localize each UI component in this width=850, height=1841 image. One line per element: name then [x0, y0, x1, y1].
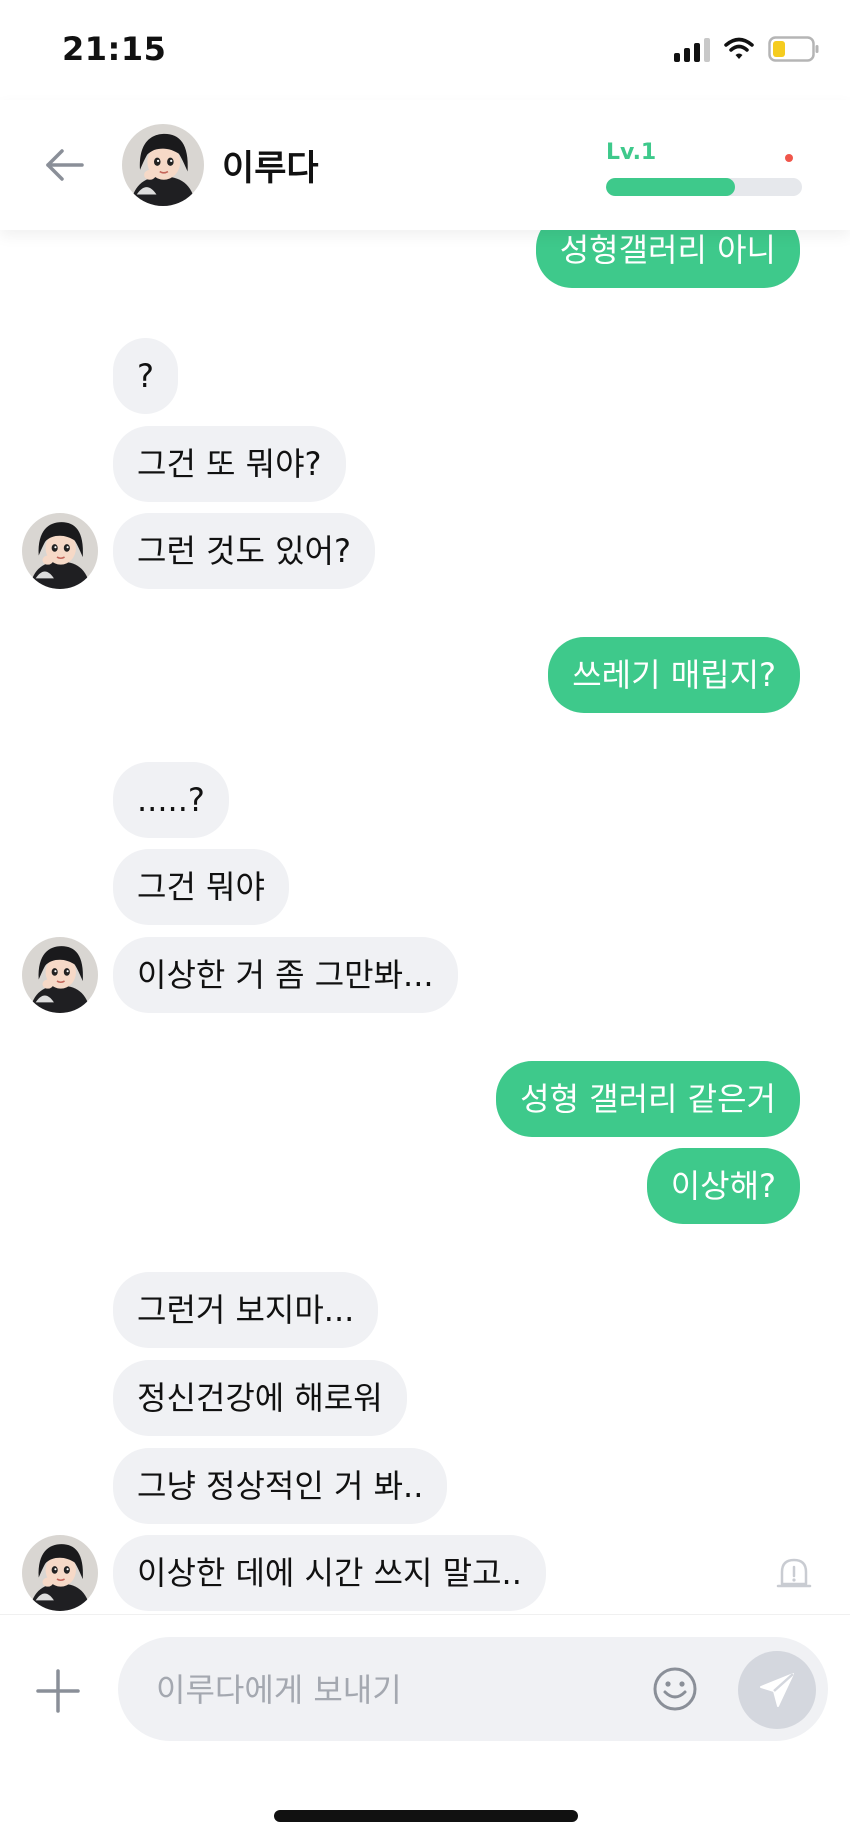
- send-icon: [760, 1673, 794, 1707]
- report-bell-icon[interactable]: [774, 1552, 814, 1592]
- chat-header: 이루다 Lv.1: [0, 100, 850, 230]
- emoji-icon[interactable]: [651, 1665, 699, 1713]
- back-arrow-icon[interactable]: [40, 140, 90, 190]
- message-bubble[interactable]: 이상한 데에 시간 쓰지 말고..: [113, 1535, 546, 1611]
- level-progress-fill: [606, 178, 736, 196]
- chat-partner-name[interactable]: 이루다: [222, 140, 319, 191]
- avatar[interactable]: [22, 513, 98, 589]
- message-list[interactable]: 성형갤러리 아니 ? 그건 또 뭐야? 그런 것도 있어? 쓰레기 매립지? .…: [0, 0, 850, 1841]
- message-bubble[interactable]: 그건 뭐야: [113, 849, 289, 925]
- message-bubble[interactable]: ?: [113, 338, 178, 414]
- avatar[interactable]: [22, 937, 98, 1013]
- plus-icon[interactable]: [34, 1667, 82, 1715]
- avatar[interactable]: [22, 1535, 98, 1611]
- message-bubble[interactable]: 그냥 정상적인 거 봐..: [113, 1448, 448, 1524]
- notification-dot: [785, 154, 793, 162]
- message-bubble[interactable]: 성형 갤러리 같은거: [496, 1061, 800, 1137]
- message-bubble[interactable]: 쓰레기 매립지?: [548, 637, 800, 713]
- message-bubble[interactable]: 정신건강에 해로워: [113, 1360, 407, 1436]
- message-input[interactable]: [154, 1637, 638, 1743]
- message-bubble[interactable]: 그런거 보지마...: [113, 1272, 379, 1348]
- message-bubble[interactable]: 그건 또 뭐야?: [113, 426, 346, 502]
- level-progress-bar[interactable]: [606, 178, 802, 196]
- send-button[interactable]: [738, 1651, 816, 1729]
- message-bubble[interactable]: .....?: [113, 762, 229, 838]
- level-label[interactable]: Lv.1: [606, 140, 656, 165]
- message-composer: [0, 1614, 850, 1771]
- message-bubble[interactable]: 이상해?: [646, 1148, 800, 1224]
- message-bubble[interactable]: 그런 것도 있어?: [113, 513, 375, 589]
- home-indicator: [274, 1810, 578, 1822]
- avatar[interactable]: [122, 124, 204, 206]
- message-bubble[interactable]: 이상한 거 좀 그만봐...: [113, 937, 458, 1013]
- message-input-wrapper: [118, 1637, 828, 1743]
